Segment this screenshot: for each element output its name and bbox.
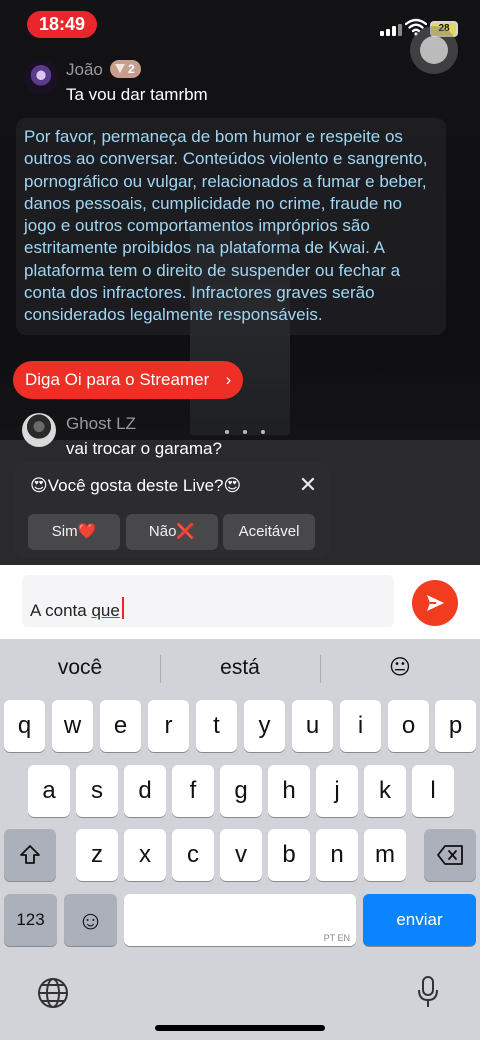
diamond-icon <box>115 64 125 73</box>
text-caret <box>121 596 124 619</box>
key-u[interactable]: u <box>292 700 333 752</box>
input-text-prefix: A conta <box>30 601 92 620</box>
key-d[interactable]: d <box>124 765 166 817</box>
chat-text: Ta vou dar tamrbm <box>66 85 208 104</box>
suggestion-3[interactable]: 😐 <box>320 639 480 697</box>
space-language-hint: PT EN <box>323 933 350 943</box>
key-g[interactable]: g <box>220 765 262 817</box>
chat-message: Ghost LZ vai trocar o garama? <box>22 410 252 462</box>
key-x[interactable]: x <box>124 829 166 881</box>
comment-input-value: A conta que <box>30 575 124 627</box>
assistive-touch-button[interactable] <box>410 26 458 74</box>
greet-streamer-button[interactable]: Diga Oi para o Streamer › <box>13 361 244 399</box>
key-h[interactable]: h <box>268 765 310 817</box>
key-j[interactable]: j <box>316 765 358 817</box>
shift-key[interactable] <box>4 829 56 881</box>
key-b[interactable]: b <box>268 829 310 881</box>
send-key[interactable]: enviar <box>363 894 476 946</box>
key-w[interactable]: w <box>52 700 93 752</box>
chevron-right-icon: › <box>225 370 232 389</box>
key-r[interactable]: r <box>148 700 189 752</box>
globe-icon[interactable] <box>37 977 69 1009</box>
backspace-key[interactable] <box>424 829 476 881</box>
send-button[interactable] <box>412 580 458 626</box>
chat-username[interactable]: Ghost LZ <box>66 414 136 434</box>
chat-text: vai trocar o garama? <box>66 439 222 458</box>
key-f[interactable]: f <box>172 765 214 817</box>
space-key[interactable]: PT EN <box>124 894 356 946</box>
comment-input[interactable]: A conta que <box>22 575 394 627</box>
poll-option-acceptable[interactable]: Aceitável <box>223 514 315 550</box>
keyboard: você está 😐 q w e r t y u i o p a s d f … <box>0 639 480 1040</box>
page-indicator-dots <box>225 430 265 434</box>
emoji-key[interactable]: ☺ <box>64 894 117 946</box>
live-stream-area: 18:49 28 João 2 Ta vou dar tamrbm Por fa… <box>0 0 480 565</box>
greet-button-label: Diga Oi para o Streamer <box>25 370 210 389</box>
key-t[interactable]: t <box>196 700 237 752</box>
key-o[interactable]: o <box>388 700 429 752</box>
key-s[interactable]: s <box>76 765 118 817</box>
key-p[interactable]: p <box>435 700 476 752</box>
key-n[interactable]: n <box>316 829 358 881</box>
community-guidelines-notice: Por favor, permaneça de bom humor e resp… <box>16 118 446 335</box>
key-i[interactable]: i <box>340 700 381 752</box>
close-icon[interactable]: ✕ <box>296 474 320 498</box>
cellular-signal-icon <box>380 24 402 36</box>
avatar[interactable] <box>22 413 56 447</box>
fan-level-badge: 2 <box>110 60 141 78</box>
suggestion-1[interactable]: você <box>0 639 160 697</box>
key-a[interactable]: a <box>28 765 70 817</box>
status-bar: 18:49 28 <box>0 0 480 74</box>
backspace-icon <box>437 845 463 865</box>
avatar[interactable] <box>24 60 58 94</box>
key-k[interactable]: k <box>364 765 406 817</box>
key-z[interactable]: z <box>76 829 118 881</box>
key-v[interactable]: v <box>220 829 262 881</box>
home-indicator[interactable] <box>155 1025 325 1031</box>
send-icon <box>427 595 444 611</box>
chat-message: João 2 Ta vou dar tamrbm <box>22 56 232 112</box>
key-q[interactable]: q <box>4 700 45 752</box>
suggestion-2[interactable]: está <box>160 639 320 697</box>
input-text-word: que <box>91 601 120 620</box>
comment-input-bar: A conta que <box>0 565 480 639</box>
poll-option-no[interactable]: Não❌ <box>126 514 218 550</box>
chat-username[interactable]: João <box>66 60 103 80</box>
key-y[interactable]: y <box>244 700 285 752</box>
key-e[interactable]: e <box>100 700 141 752</box>
live-rating-poll: 😍Você gosta deste Live?😍 ✕ Sim❤️ Não❌ Ac… <box>14 462 330 558</box>
shift-icon <box>20 845 40 864</box>
numbers-key[interactable]: 123 <box>4 894 57 946</box>
key-l[interactable]: l <box>412 765 454 817</box>
microphone-icon[interactable] <box>416 975 440 1009</box>
key-m[interactable]: m <box>364 829 406 881</box>
key-c[interactable]: c <box>172 829 214 881</box>
badge-level: 2 <box>128 62 135 76</box>
status-time: 18:49 <box>27 11 97 38</box>
poll-option-yes[interactable]: Sim❤️ <box>28 514 120 550</box>
poll-title: 😍Você gosta deste Live?😍 <box>30 476 242 495</box>
emoji-icon: ☺ <box>77 905 104 935</box>
